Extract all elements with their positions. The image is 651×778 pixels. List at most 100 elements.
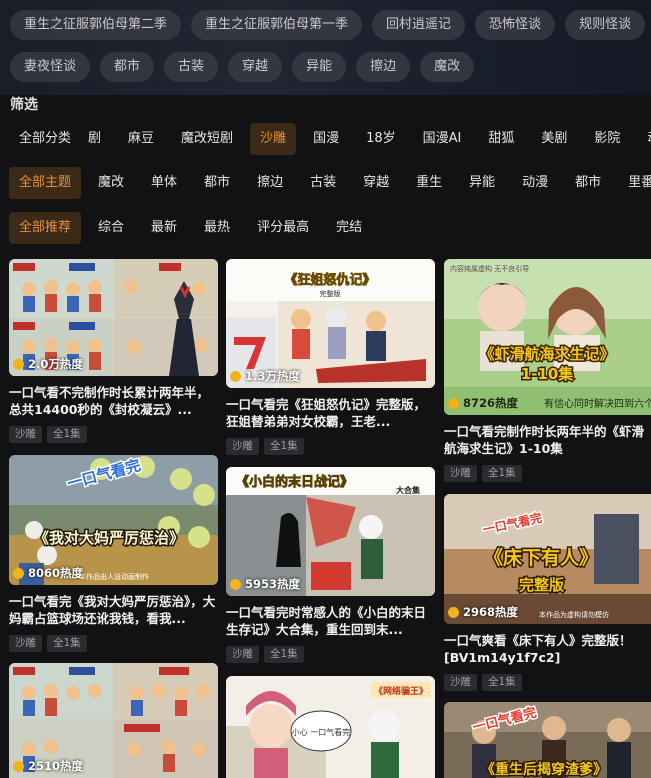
top-tag-pill[interactable]: 恐怖怪谈 [475,10,556,40]
thumb-note: 本作品为虚构请勿模仿 [539,610,609,619]
filter-label: 筛选 [10,97,38,113]
theme-chip[interactable]: 重生 [406,167,452,199]
category-filter-row: 全部分类剧麻豆魔改短剧沙雕国漫18岁国漫AI甜狐美剧影院动漫 [9,123,651,155]
top-tag-pill[interactable]: 规则怪谈 [565,10,646,40]
category-chip[interactable]: 18岁 [356,123,406,155]
category-chip[interactable]: 美剧 [531,123,577,155]
theme-chip[interactable]: 魔改 [88,167,134,199]
theme-chip[interactable]: 都市 [565,167,611,199]
sort-chip[interactable]: 完结 [326,212,372,244]
video-card[interactable]: 2.0万热度 一口气看不完制作时长累计两年半，总共14400秒的《封校凝云》..… [9,259,218,443]
sort-chip[interactable]: 全部推荐 [9,212,82,244]
thumb-sub: 1-10集 [521,365,575,383]
theme-chip[interactable]: 穿越 [353,167,399,199]
thumb-top-note: 内容纯属虚构 无不良引导 [450,264,529,273]
category-chip[interactable]: 全部分类 [9,123,81,155]
video-card[interactable]: 一口气看完 《床下有人》 完整版 本作品为虚构请勿模仿 2968热度 一口气爽看… [444,494,651,691]
tag-genre: 沙雕 [9,635,42,652]
heat-text: 2.0万热度 [28,357,83,371]
top-tag-pill[interactable]: 擦边 [356,52,411,82]
theme-chip[interactable]: 异能 [459,167,505,199]
theme-chip[interactable]: 古装 [300,167,346,199]
top-tag-pill[interactable]: 回村逍遥记 [372,10,466,40]
heat-count: 8060热度 [13,565,83,581]
heat-text: 5953热度 [245,577,301,591]
thumb-note: 本作品由人设动画制作 [79,572,149,581]
video-thumbnail[interactable]: 2.0万热度 [9,259,218,376]
top-tag-pill[interactable]: 古装 [164,52,219,82]
video-card[interactable]: 一口气看完 《我对大妈严厉惩治》 本作品由人设动画制作 8060热度 一口气看完… [9,455,218,652]
tag-episodes: 全1集 [482,674,522,691]
theme-chip[interactable]: 都市 [194,167,240,199]
video-tags: 沙雕 全1集 [226,646,435,663]
video-thumbnail[interactable]: 一口气看完 《我对大妈严厉惩治》 本作品由人设动画制作 8060热度 [9,455,218,585]
theme-chip[interactable]: 动漫 [512,167,558,199]
video-thumbnail[interactable]: 一口气看完 《重生后揭穿渣爹》 [444,702,651,778]
category-chip[interactable]: 动漫 [637,123,651,155]
flame-icon [13,760,24,772]
video-thumbnail[interactable]: 2510热度 [9,663,218,778]
sort-chip[interactable]: 最热 [194,212,240,244]
heat-count: 2510热度 [13,758,83,774]
theme-chip[interactable]: 单体 [141,167,187,199]
thumb-sub: 完整版 [519,576,564,594]
category-chip[interactable]: 沙雕 [250,123,297,155]
category-chip[interactable]: 魔改短剧 [171,123,243,155]
theme-filter-row: 全部主题 魔改 单体 都市 擦边 古装 穿越 重生 异能 动漫 都市 里番 [9,167,651,199]
tag-episodes: 全1集 [264,646,304,663]
video-card[interactable]: 《网络骗王》 小心 一口气看完 [226,676,435,778]
thumb-title: 《床下有人》 [484,546,598,569]
video-title[interactable]: 一口气看完《我对大妈严厉惩治》，大妈霸占篮球场还讹我钱，看我... [9,593,218,627]
top-tag-pill[interactable]: 妻夜怪谈 [10,52,91,82]
tag-genre: 沙雕 [226,438,259,455]
video-thumbnail[interactable]: 《狂姐怒仇记》 完整版 1.3万热度 [226,259,435,388]
video-title[interactable]: 一口气爽看《床下有人》完整版！[BV1m14y1f7c2] [444,632,651,666]
sort-chip[interactable]: 评分最高 [247,212,319,244]
video-card[interactable]: 一口气看完 《重生后揭穿渣爹》 [444,702,651,778]
video-card[interactable]: 《小白的末日战记》 大合集 5953热度 一口气看完时常感人的《小白的末日生存记… [226,467,435,663]
video-thumbnail[interactable]: 一口气看完 《床下有人》 完整版 本作品为虚构请勿模仿 2968热度 [444,494,651,624]
tag-genre: 沙雕 [444,465,477,482]
heat-text: 8060热度 [28,566,84,580]
thumb-suffix: 大合集 [396,485,421,495]
thumb-banner: 《狂姐怒仇记》 [284,272,375,288]
top-tag-pill[interactable]: 重生之征服郭伯母第一季 [191,10,363,40]
video-tags: 沙雕 全1集 [444,674,651,691]
sort-chip[interactable]: 综合 [88,212,134,244]
tag-episodes: 全1集 [264,438,304,455]
top-tag-pill[interactable]: 都市 [100,52,155,82]
thumb-title: 《小白的末日战记》 [236,474,353,490]
video-card[interactable]: 内容纯属虚构 无不良引导 《虾滑航海求生记》 1-10集 有信心同时解决四到六个… [444,259,651,482]
heat-text: 2510热度 [28,759,84,773]
video-thumbnail[interactable]: 《小白的末日战记》 大合集 5953热度 [226,467,435,596]
sort-chip[interactable]: 最新 [141,212,187,244]
theme-chip[interactable]: 全部主题 [9,167,82,199]
video-tags: 沙雕 全1集 [226,438,435,455]
top-tag-pill[interactable]: 穿越 [228,52,283,82]
video-card[interactable]: 2510热度 [9,663,218,778]
heat-count: 8726热度 [448,395,518,411]
heat-count: 2968热度 [448,604,518,620]
theme-chip[interactable]: 擦边 [247,167,293,199]
top-tag-pill[interactable]: 重生之征服郭伯母第二季 [10,10,182,40]
category-chip[interactable]: 麻豆 [118,123,164,155]
video-thumbnail[interactable]: 内容纯属虚构 无不良引导 《虾滑航海求生记》 1-10集 有信心同时解决四到六个… [444,259,651,415]
video-card[interactable]: 《狂姐怒仇记》 完整版 1.3万热度 一口气看完《狂姐怒仇记》完整版，狂姐替弟弟… [226,259,435,455]
category-chip[interactable]: 影院 [584,123,630,155]
video-title[interactable]: 一口气看不完制作时长累计两年半，总共14400秒的《封校凝云》... [9,384,218,418]
thumb-sub: 完整版 [320,289,341,298]
tag-genre: 沙雕 [444,674,477,691]
video-title[interactable]: 一口气看完《狂姐怒仇记》完整版，狂姐替弟弟对女校霸，王老... [226,396,435,430]
video-title[interactable]: 一口气看完制作时长两年半的《虾滑航海求生记》1-10集 [BV1xJ4m1... [444,423,651,457]
sort-filter-row: 全部推荐 综合 最新 最热 评分最高 完结 [9,212,379,244]
theme-chip[interactable]: 里番 [618,167,651,199]
category-chip[interactable]: 剧 [88,123,111,155]
video-thumbnail[interactable]: 《网络骗王》 小心 一口气看完 [226,676,435,778]
category-chip[interactable]: 甜狐 [478,123,524,155]
heat-count: 2.0万热度 [13,356,83,372]
top-tag-pill[interactable]: 魔改 [420,52,475,82]
category-chip[interactable]: 国漫 [303,123,349,155]
video-title[interactable]: 一口气看完时常感人的《小白的末日生存记》大合集，重生回到末... [226,604,435,638]
top-tag-pill[interactable]: 异能 [292,52,347,82]
category-chip[interactable]: 国漫AI [413,123,472,155]
